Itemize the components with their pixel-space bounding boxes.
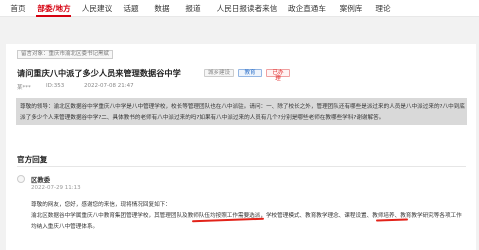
reply-date: 2022-07-29 11:13 bbox=[31, 185, 81, 191]
nav-item-reports[interactable]: 报道 bbox=[182, 3, 204, 16]
message-title: 请问重庆八中派了多少人员来管理数据谷中学 bbox=[17, 68, 181, 78]
top-nav: 首页 部委/地方 人民建议 话题 数据 报道 人民日报读者来信 政企直通车 案例… bbox=[0, 0, 479, 17]
org-avatar bbox=[17, 175, 25, 183]
nav-item-home[interactable]: 首页 bbox=[6, 3, 30, 16]
recipient-label: 留言对象：重庆市渝北区委书记黑斌 bbox=[17, 50, 114, 59]
section-title: 官方回复 bbox=[17, 155, 48, 164]
nav-item-topics[interactable]: 话题 bbox=[120, 3, 142, 16]
divider bbox=[17, 166, 466, 167]
message-content-line-1: 尊敬的领导：渝北区数据谷中学重庆八中学是八中管理学校，校长等管理团队也在八中派驻… bbox=[20, 104, 465, 110]
active-tab-indicator bbox=[36, 15, 71, 17]
nav-item-people-suggestions[interactable]: 人民建议 bbox=[80, 3, 114, 16]
message-content-line-2: 派了多少个人来管理数据谷中学?二、具体教书的老师有八中派过来的吗?如果有八中派过… bbox=[20, 115, 385, 121]
author-name: 某*** bbox=[17, 85, 31, 91]
status-badge: 已办理 bbox=[266, 69, 290, 82]
category-tag[interactable]: 城乡建设 bbox=[204, 69, 234, 77]
reply-line-3: 均纳入重庆八中管理体系。 bbox=[31, 224, 99, 230]
nav-item-data[interactable]: 数据 bbox=[151, 3, 173, 16]
reply-org: 区教委 bbox=[31, 176, 51, 184]
message-date: 2022-07-08 21:47 bbox=[84, 83, 134, 89]
nav-item-case-library[interactable]: 案例库 bbox=[336, 3, 366, 16]
annotation-underline bbox=[375, 218, 409, 222]
nav-item-readers-letters[interactable]: 人民日报读者来信 bbox=[214, 3, 280, 16]
reply-line-1: 尊敬的网友，您好，感谢您的来信，现将情况回复如下： bbox=[31, 202, 171, 208]
message-id: ID:353 bbox=[46, 83, 65, 89]
field-tag[interactable]: 教育 bbox=[238, 69, 262, 77]
nav-item-theory[interactable]: 理论 bbox=[372, 3, 394, 16]
nav-item-gov-enterprise[interactable]: 政企直通车 bbox=[285, 3, 329, 16]
official-reply-card: 官方回复 区教委 2022-07-29 11:13 尊敬的网友，您好，感谢您的来… bbox=[6, 145, 476, 250]
